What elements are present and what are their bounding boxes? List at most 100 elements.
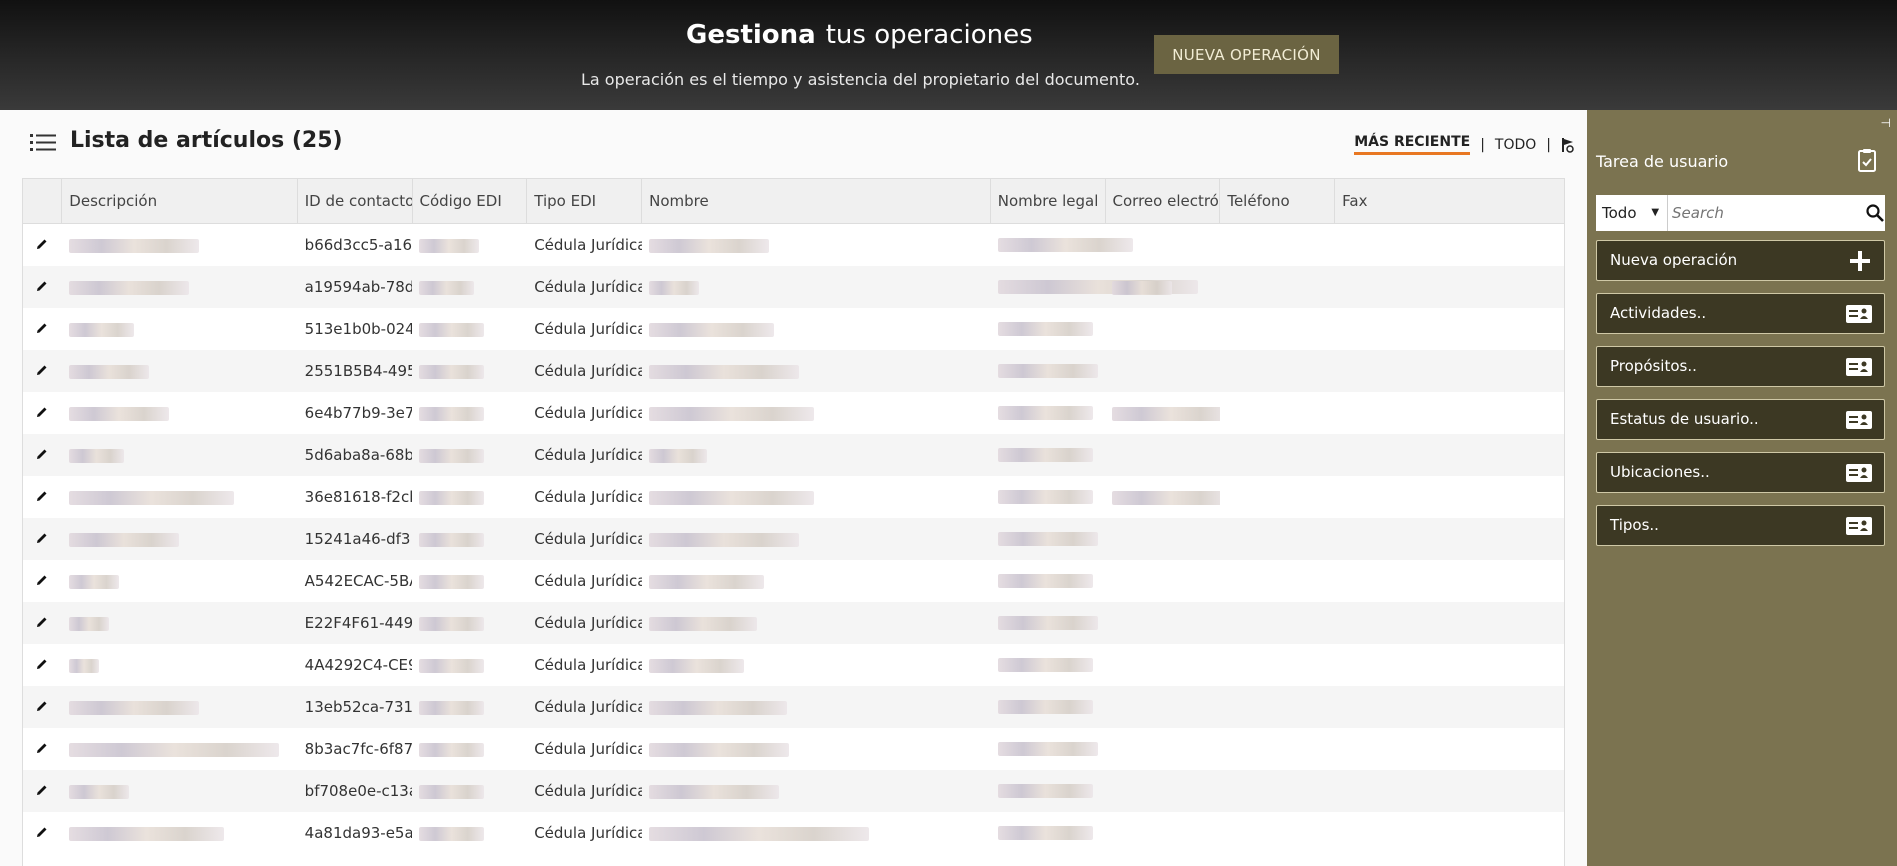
name-cell	[642, 476, 991, 518]
pencil-icon[interactable]	[36, 700, 48, 712]
phone-cell	[1220, 644, 1335, 686]
legal-name-cell	[991, 560, 1106, 602]
sidebar-button-5[interactable]: Tipos..	[1596, 505, 1885, 546]
legal-name-cell	[991, 224, 1133, 266]
sidebar-button-1[interactable]: Actividades..	[1596, 293, 1885, 334]
table-row[interactable]: b66d3cc5-a16f-43 Cédula Jurídica	[23, 224, 1564, 266]
edit-cell	[23, 812, 62, 854]
table-row[interactable]: E22F4F61-449E-4 Cédula Jurídica	[23, 602, 1564, 644]
pencil-icon[interactable]	[36, 490, 48, 502]
pencil-icon[interactable]	[36, 364, 48, 376]
sidebar-button-label: Propósitos..	[1610, 357, 1697, 375]
column-header[interactable]: Nombre legal	[991, 179, 1106, 223]
email-cell	[1105, 602, 1220, 644]
redacted-text	[69, 490, 235, 505]
filter-flag-icon[interactable]	[1561, 137, 1575, 153]
filter-all[interactable]: TODO	[1495, 137, 1536, 153]
redacted-text	[419, 280, 475, 295]
column-header[interactable]: Teléfono	[1220, 179, 1336, 223]
legal-name-cell	[991, 308, 1106, 350]
pencil-icon[interactable]	[36, 532, 48, 544]
pencil-icon[interactable]	[36, 574, 48, 586]
user-task-sidebar: ⊣ Tarea de usuario Todo ▼ Nueva operació…	[1587, 110, 1897, 866]
edi-code-cell	[412, 350, 527, 392]
task-filter-select[interactable]: Todo ▼	[1596, 195, 1669, 231]
table-row[interactable]: 8b3ac7fc-6f87-46 Cédula Jurídica	[23, 728, 1564, 770]
pencil-icon[interactable]	[36, 616, 48, 628]
filter-recent[interactable]: MÁS RECIENTE	[1354, 134, 1471, 155]
redacted-text	[997, 742, 1098, 756]
email-cell	[1105, 560, 1220, 602]
email-cell	[1105, 350, 1220, 392]
clipboard-icon	[1858, 149, 1876, 172]
fax-cell	[1335, 812, 1564, 854]
edi-code-cell	[412, 266, 527, 308]
redacted-text	[648, 406, 814, 421]
redacted-text	[648, 448, 707, 463]
table-row[interactable]: a19594ab-78d8-4 Cédula Jurídica	[23, 266, 1564, 308]
edit-cell	[23, 518, 62, 560]
redacted-text	[69, 532, 180, 547]
column-header[interactable]: Nombre	[642, 179, 991, 223]
header-title: Gestiona tus operaciones	[686, 20, 1033, 50]
phone-cell	[1220, 602, 1335, 644]
contact-id-cell: 4a81da93-e5ad-4	[304, 824, 413, 842]
column-header[interactable]: Descripción	[62, 179, 298, 223]
task-search-input[interactable]	[1668, 195, 1865, 231]
sidebar-button-0[interactable]: Nueva operación	[1596, 240, 1885, 281]
pencil-icon[interactable]	[36, 406, 48, 418]
column-header[interactable]: Fax	[1335, 179, 1564, 223]
table-row[interactable]: 6e4b77b9-3e7a-4 Cédula Jurídica	[23, 392, 1564, 434]
pencil-icon[interactable]	[36, 658, 48, 670]
search-icon[interactable]	[1864, 195, 1885, 231]
fax-cell	[1335, 308, 1564, 350]
pencil-icon[interactable]	[36, 826, 48, 838]
pencil-icon[interactable]	[36, 280, 48, 292]
description-cell	[62, 224, 297, 266]
table-body: b66d3cc5-a16f-43Cédula Jurídicaa19594ab-…	[23, 224, 1564, 854]
table-row[interactable]: 15241a46-df31-4e Cédula Jurídica	[23, 518, 1564, 560]
column-header[interactable]: Tipo EDI	[527, 179, 643, 223]
contact-id-cell: 13eb52ca-7313-4	[304, 698, 413, 716]
table-row[interactable]: A542ECAC-5BA0- Cédula Jurídica	[23, 560, 1564, 602]
pencil-icon[interactable]	[36, 322, 48, 334]
edi-type-cell: Cédula Jurídica	[534, 698, 642, 716]
redacted-text	[648, 532, 799, 547]
column-header[interactable]: Correo electrónico	[1106, 179, 1221, 223]
sidebar-button-4[interactable]: Ubicaciones..	[1596, 452, 1885, 493]
pencil-icon[interactable]	[36, 784, 48, 796]
sidebar-button-3[interactable]: Estatus de usuario..	[1596, 399, 1885, 440]
legal-name-cell	[991, 728, 1106, 770]
table-row[interactable]: 4a81da93-e5ad-4 Cédula Jurídica	[23, 812, 1564, 854]
table-row[interactable]: 36e81618-f2cb-4b Cédula Jurídica	[23, 476, 1564, 518]
contact-id-cell: 513e1b0b-0245-4	[304, 320, 413, 338]
legal-name-cell	[991, 350, 1106, 392]
redacted-text	[419, 238, 480, 253]
email-cell	[1105, 644, 1220, 686]
redacted-text	[419, 406, 485, 421]
sidebar-button-2[interactable]: Propósitos..	[1596, 346, 1885, 387]
table-row[interactable]: 513e1b0b-0245-4 Cédula Jurídica	[23, 308, 1564, 350]
edi-code-cell	[412, 224, 527, 266]
legal-name-cell	[991, 686, 1106, 728]
filter-separator: |	[1546, 136, 1551, 153]
table-row[interactable]: 4A4292C4-CE9F- Cédula Jurídica	[23, 644, 1564, 686]
pin-icon[interactable]: ⊣	[1881, 116, 1891, 130]
table-row[interactable]: bf708e0e-c13a-4 Cédula Jurídica	[23, 770, 1564, 812]
legal-name-cell	[991, 434, 1106, 476]
pencil-icon[interactable]	[36, 238, 48, 250]
list-title: Lista de artículos (25)	[70, 128, 343, 153]
redacted-text	[997, 490, 1093, 504]
table-header: Descripción ID de contacto Código EDI Ti…	[23, 179, 1564, 224]
pencil-icon[interactable]	[36, 742, 48, 754]
pencil-icon[interactable]	[36, 448, 48, 460]
new-operation-button[interactable]: NUEVA OPERACIÓN	[1154, 35, 1339, 74]
legal-name-cell	[991, 770, 1106, 812]
redacted-text	[997, 574, 1093, 588]
table-row[interactable]: 5d6aba8a-68b1-4 Cédula Jurídica	[23, 434, 1564, 476]
table-row[interactable]: 2551B5B4-495E-4 Cédula Jurídica	[23, 350, 1564, 392]
edit-cell	[23, 308, 62, 350]
column-header[interactable]: Código EDI	[413, 179, 528, 223]
column-header[interactable]: ID de contacto	[298, 179, 413, 223]
table-row[interactable]: 13eb52ca-7313-4 Cédula Jurídica	[23, 686, 1564, 728]
